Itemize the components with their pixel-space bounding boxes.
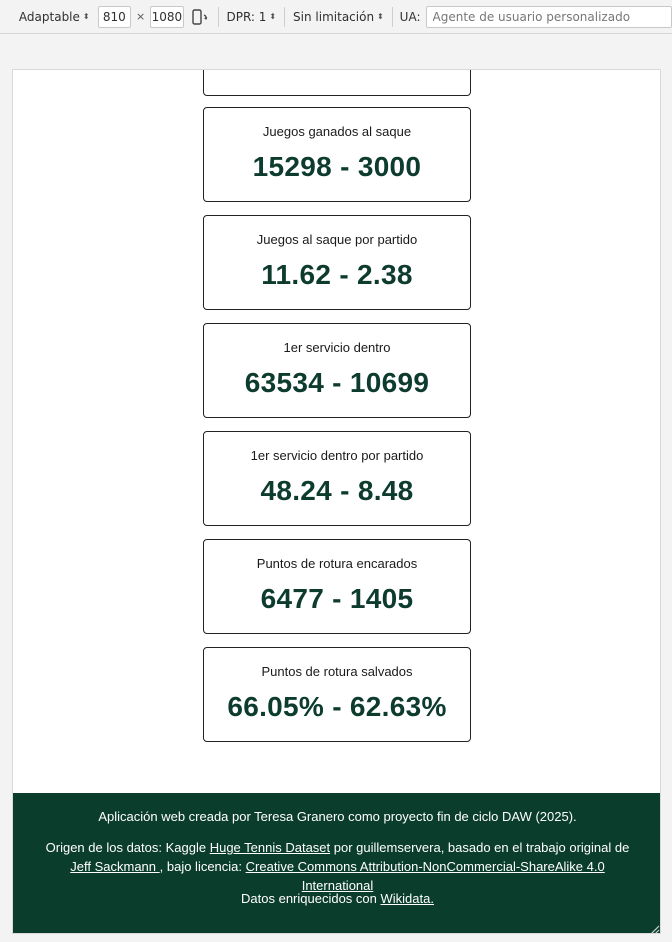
stat-value: 11.62 - 2.38 <box>261 259 413 290</box>
stat-card: 1er servicio dentro 63534 - 10699 <box>203 323 471 418</box>
stat-label: 1er servicio dentro por partido <box>250 448 424 463</box>
stat-label: Puntos de rotura salvados <box>261 664 413 679</box>
wikidata-link[interactable]: Wikidata. <box>381 891 434 906</box>
stat-value: 48.24 - 8.48 <box>260 475 414 506</box>
source-prefix-text: Origen de los datos: Kaggle <box>45 840 210 855</box>
stat-card: Puntos de rotura salvados 66.05% - 62.63… <box>203 647 471 742</box>
width-input[interactable]: 810 <box>97 5 131 28</box>
device-toolbar: Adaptable ⬍ 810 × 1080 DPR: 1 ⬍ Sin limi… <box>0 0 672 34</box>
stat-card <box>203 70 471 96</box>
throttling-select[interactable]: Sin limitación ⬍ <box>287 6 390 28</box>
toolbar-divider <box>284 6 286 27</box>
updown-caret-icon: ⬍ <box>377 11 384 21</box>
stat-value: 15298 - 3000 <box>252 151 422 182</box>
dataset-link[interactable]: Huge Tennis Dataset <box>210 840 330 855</box>
stat-card: 1er servicio dentro por partido 48.24 - … <box>203 431 471 526</box>
user-agent-input[interactable] <box>425 5 672 28</box>
rotate-device-icon[interactable] <box>188 6 212 28</box>
resize-grip-icon[interactable] <box>648 921 660 933</box>
times-separator: × <box>135 10 146 23</box>
updown-caret-icon: ⬍ <box>82 11 90 21</box>
stat-value: 6477 - 1405 <box>260 583 414 614</box>
license-link[interactable]: Creative Commons Attribution-NonCommerci… <box>246 859 605 893</box>
dpr-select[interactable]: DPR: 1 ⬍ <box>220 6 282 28</box>
throttling-label: Sin limitación <box>293 9 375 24</box>
dpr-label: DPR: 1 <box>226 9 267 24</box>
stat-label: 1er servicio dentro <box>283 340 391 355</box>
stat-card: Juegos ganados al saque 15298 - 3000 <box>203 107 471 202</box>
stat-value: 66.05% - 62.63% <box>227 691 447 722</box>
enriched-prefix-text: Datos enriquecidos con <box>241 891 381 906</box>
toolbar-divider <box>217 6 219 27</box>
stat-label: Juegos ganados al saque <box>262 124 412 139</box>
footer-data-source: Origen de los datos: Kaggle Huge Tennis … <box>35 838 640 895</box>
license-prefix-text: , bajo licencia: <box>159 859 246 874</box>
source-middle-text: por guillemservera, basado en el trabajo… <box>330 840 630 855</box>
height-input[interactable]: 1080 <box>150 5 184 28</box>
device-mode-select[interactable]: Adaptable ⬍ <box>13 6 96 28</box>
toolbar-divider <box>391 6 393 27</box>
device-mode-label: Adaptable <box>18 9 80 24</box>
page-footer: Aplicación web creada por Teresa Granero… <box>13 793 660 933</box>
footer-credit: Aplicación web creada por Teresa Granero… <box>98 809 577 824</box>
stat-card: Juegos al saque por partido 11.62 - 2.38 <box>203 215 471 310</box>
author-link[interactable]: Jeff Sackmann <box>70 859 159 874</box>
stat-value: 63534 - 10699 <box>244 367 430 398</box>
ua-label: UA: <box>399 9 421 24</box>
footer-enriched: Datos enriquecidos con Wikidata. <box>35 889 640 908</box>
emulated-viewport: Juegos ganados al saque 15298 - 3000 Jue… <box>12 69 661 934</box>
updown-caret-icon: ⬍ <box>269 11 277 21</box>
stat-card: Puntos de rotura encarados 6477 - 1405 <box>203 539 471 634</box>
stat-label: Juegos al saque por partido <box>256 232 418 247</box>
stat-label: Puntos de rotura encarados <box>256 556 418 571</box>
